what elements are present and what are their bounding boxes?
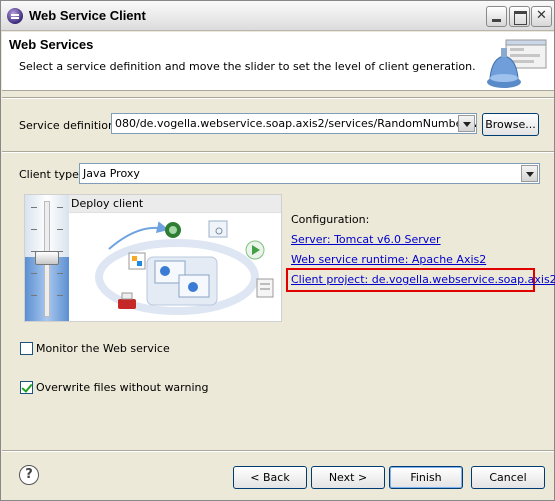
close-button[interactable]: ✕ <box>531 6 552 27</box>
client-type-value: Java Proxy <box>83 167 140 180</box>
wizard-window: Web Service Client ✕ Web Services Select… <box>0 0 555 501</box>
slider-tick <box>57 273 63 274</box>
slider-tick <box>57 229 63 230</box>
banner-title: Web Services <box>9 37 94 52</box>
client-type-combo[interactable]: Java Proxy <box>79 163 540 184</box>
slider-tick <box>31 207 37 208</box>
cancel-button[interactable]: Cancel <box>471 466 545 489</box>
service-definition-combo[interactable]: 080/de.vogella.webservice.soap.axis2/ser… <box>111 113 477 134</box>
section-separator <box>2 151 554 153</box>
minimize-button[interactable] <box>486 6 507 27</box>
finish-button-label: Finish <box>410 471 442 484</box>
window-title: Web Service Client <box>29 8 146 23</box>
title-bar: Web Service Client ✕ <box>1 1 554 31</box>
service-definition-value: 080/de.vogella.webservice.soap.axis2/ser… <box>115 117 477 130</box>
slider-stage-label: Deploy client <box>69 195 281 213</box>
client-type-label: Client type: <box>19 168 83 181</box>
configuration-heading: Configuration: <box>291 213 370 226</box>
client-project-link[interactable]: Client project: de.vogella.webservice.so… <box>291 273 555 286</box>
footer-separator <box>2 450 554 452</box>
finish-button[interactable]: Finish <box>389 466 463 489</box>
slider-tick <box>57 295 63 296</box>
generation-level-slider[interactable] <box>25 195 69 321</box>
browse-button[interactable]: Browse... <box>482 113 539 136</box>
service-definition-dropdown-icon[interactable] <box>458 115 475 132</box>
slider-tick <box>31 295 37 296</box>
monitor-web-service-checkbox[interactable] <box>20 342 33 355</box>
help-icon[interactable]: ? <box>19 465 39 485</box>
slider-thumb[interactable] <box>35 251 59 265</box>
wizard-banner: Web Services Select a service definition… <box>2 32 554 91</box>
slider-tick <box>31 229 37 230</box>
client-generation-slider-panel: Deploy client <box>24 194 282 322</box>
client-generation-diagram <box>95 220 274 315</box>
cancel-button-label: Cancel <box>489 471 527 484</box>
banner-description: Select a service definition and move the… <box>19 60 476 73</box>
web-service-wizard-icon <box>487 39 547 88</box>
browse-button-label: Browse... <box>485 118 536 131</box>
slider-tick <box>31 273 37 274</box>
overwrite-files-checkbox[interactable] <box>20 381 33 394</box>
overwrite-files-label: Overwrite files without warning <box>36 381 209 394</box>
slider-tick <box>57 207 63 208</box>
banner-separator <box>2 97 554 99</box>
next-button-label: Next > <box>328 471 368 484</box>
maximize-button[interactable] <box>509 6 530 27</box>
eclipse-icon <box>7 8 23 24</box>
back-button[interactable]: < Back <box>233 466 307 489</box>
next-button[interactable]: Next > <box>311 466 385 489</box>
service-definition-label: Service definition: <box>19 119 119 132</box>
monitor-web-service-label: Monitor the Web service <box>36 342 170 355</box>
server-link[interactable]: Server: Tomcat v6.0 Server <box>291 233 441 246</box>
web-service-runtime-link[interactable]: Web service runtime: Apache Axis2 <box>291 253 486 266</box>
back-button-label: < Back <box>250 471 290 484</box>
client-type-dropdown-icon[interactable] <box>521 165 538 182</box>
